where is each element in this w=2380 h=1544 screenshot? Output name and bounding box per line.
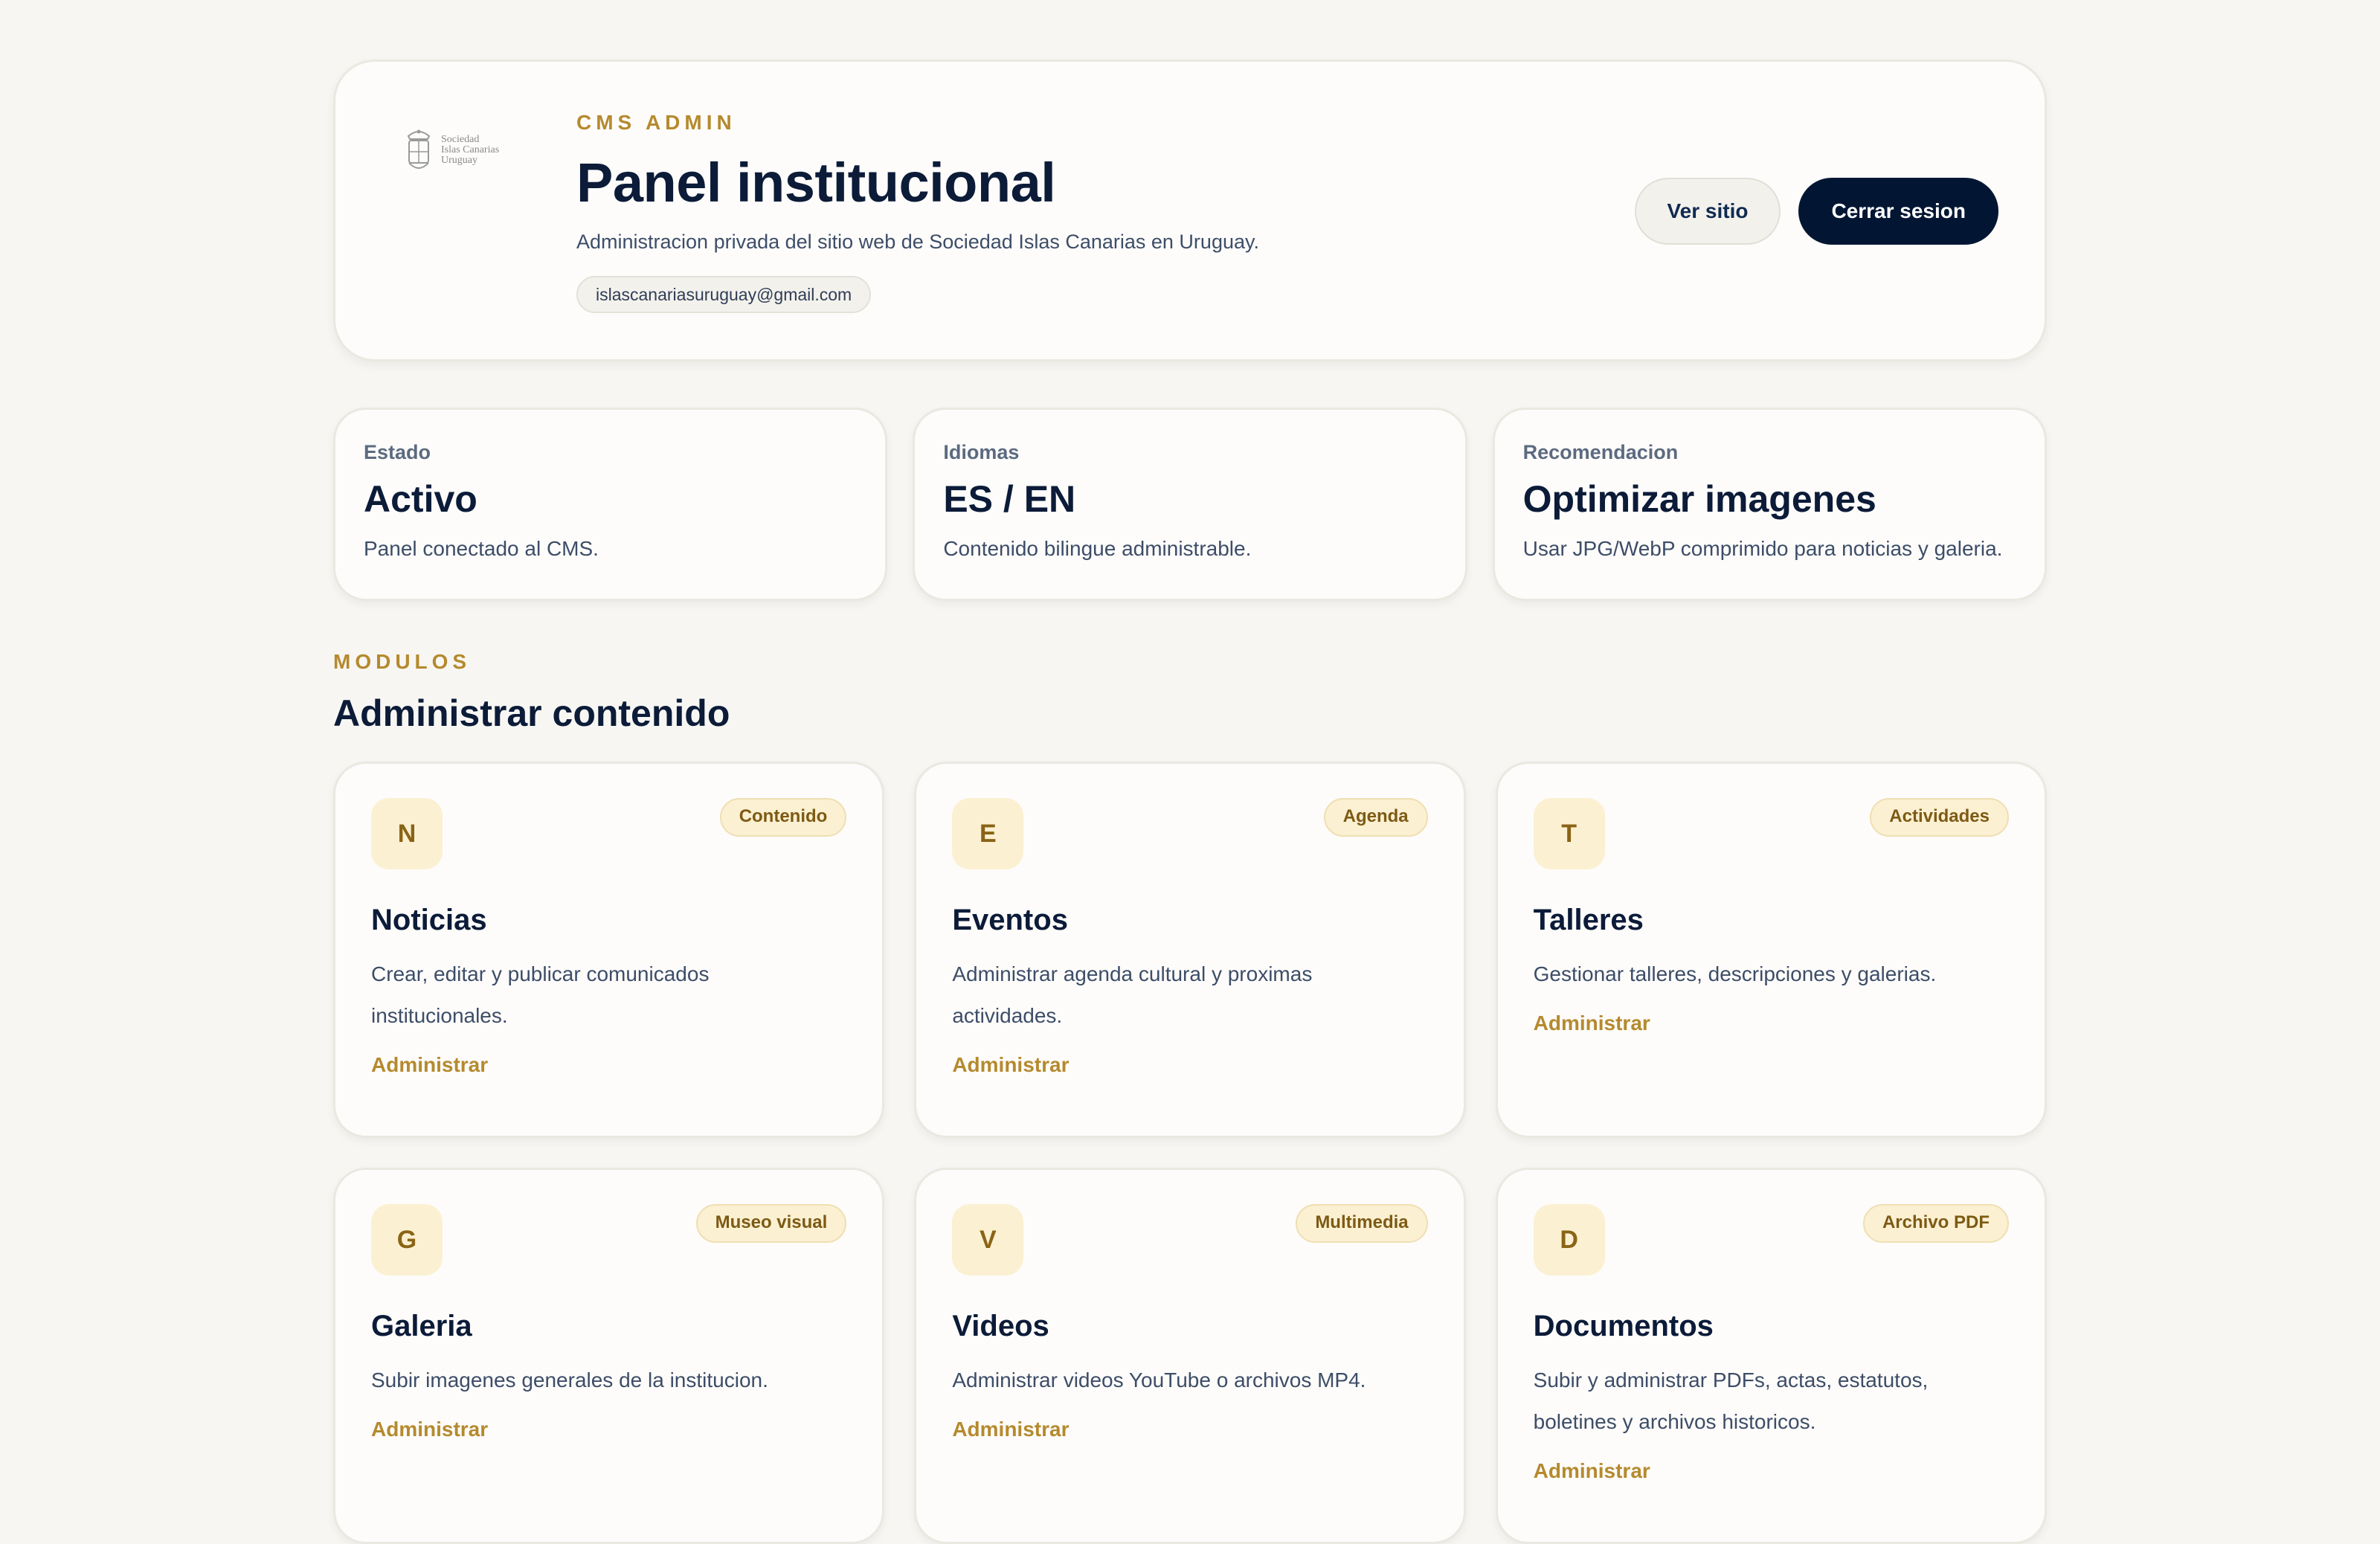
manage-videos-link[interactable]: Administrar: [952, 1418, 1069, 1441]
module-badge: Museo visual: [695, 1204, 847, 1243]
header-body: CMS ADMIN Panel institucional Administra…: [576, 111, 1259, 313]
manage-events-link[interactable]: Administrar: [952, 1053, 1069, 1077]
logo-wordmark: Sociedad Islas Canarias Uruguay: [441, 135, 499, 166]
logout-button[interactable]: Cerrar sesion: [1798, 178, 1998, 245]
modules-title: Administrar contenido: [333, 692, 730, 734]
module-title: Talleres: [1533, 904, 1644, 936]
crest-icon: [407, 129, 431, 169]
stat-value: Optimizar imagenes: [1522, 478, 1876, 520]
module-card-events: E Agenda Eventos Administrar agenda cult…: [914, 762, 1466, 1138]
module-badge: Archivo PDF: [1862, 1204, 2009, 1243]
stat-card-recommendation: Recomendacion Optimizar imagenes Usar JP…: [1492, 408, 2047, 601]
module-letter-icon: V: [952, 1204, 1024, 1276]
module-letter-icon: D: [1533, 1204, 1605, 1276]
header-card: Sociedad Islas Canarias Uruguay CMS ADMI…: [333, 59, 2047, 361]
institution-logo: Sociedad Islas Canarias Uruguay: [402, 126, 514, 175]
module-description: Subir imagenes generales de la instituci…: [371, 1368, 768, 1392]
stat-card-status: Estado Activo Panel conectado al CMS.: [333, 408, 888, 601]
module-letter-icon: G: [371, 1204, 443, 1276]
stat-description: Contenido bilingue administrable.: [943, 537, 1252, 560]
page-title: Panel institucional: [576, 152, 1056, 213]
stat-description: Usar JPG/WebP comprimido para noticias y…: [1522, 537, 2003, 560]
module-letter-icon: N: [371, 798, 443, 869]
module-card-videos: V Multimedia Videos Administrar videos Y…: [914, 1168, 1466, 1544]
module-badge: Actividades: [1870, 798, 2009, 837]
manage-news-link[interactable]: Administrar: [371, 1053, 488, 1077]
stat-card-languages: Idiomas ES / EN Contenido bilingue admin…: [913, 408, 1467, 601]
modules-eyebrow: MODULOS: [333, 650, 472, 673]
module-card-news: N Contenido Noticias Crear, editar y pub…: [333, 762, 885, 1138]
modules-grid: N Contenido Noticias Crear, editar y pub…: [333, 762, 2047, 1544]
module-description: Administrar agenda cultural y proximas a…: [952, 962, 1313, 1027]
manage-workshops-link[interactable]: Administrar: [1534, 1011, 1650, 1035]
module-title: Documentos: [1533, 1310, 1714, 1342]
logo-text-line: Sociedad: [441, 134, 480, 145]
module-description: Gestionar talleres, descripciones y gale…: [1533, 962, 1937, 985]
header-eyebrow: CMS ADMIN: [576, 111, 736, 134]
module-letter-icon: T: [1533, 798, 1605, 869]
manage-gallery-link[interactable]: Administrar: [371, 1418, 488, 1441]
user-email-badge: islascanariasuruguay@gmail.com: [576, 276, 872, 313]
module-badge: Agenda: [1323, 798, 1428, 837]
module-title: Eventos: [952, 904, 1068, 936]
logo-text-line: Uruguay: [441, 155, 477, 166]
admin-dashboard: Sociedad Islas Canarias Uruguay CMS ADMI…: [333, 59, 2047, 1544]
module-card-workshops: T Actividades Talleres Gestionar tallere…: [1495, 762, 2047, 1138]
stat-value: ES / EN: [943, 478, 1076, 520]
module-card-gallery: G Museo visual Galeria Subir imagenes ge…: [333, 1168, 885, 1544]
header-actions: Ver sitio Cerrar sesion: [1634, 178, 1998, 245]
stat-label: Idiomas: [943, 441, 1020, 463]
module-title: Galeria: [371, 1310, 472, 1342]
module-title: Noticias: [371, 904, 487, 936]
module-card-documents: D Archivo PDF Documentos Subir y adminis…: [1495, 1168, 2047, 1544]
logo-text-line: Islas Canarias: [441, 144, 500, 155]
stat-label: Estado: [364, 441, 431, 463]
module-letter-icon: E: [952, 798, 1024, 869]
stat-description: Panel conectado al CMS.: [364, 537, 599, 560]
module-title: Videos: [952, 1310, 1049, 1342]
manage-documents-link[interactable]: Administrar: [1534, 1459, 1650, 1483]
page-subtitle: Administracion privada del sitio web de …: [576, 231, 1259, 253]
view-site-button[interactable]: Ver sitio: [1634, 178, 1781, 245]
module-description: Administrar videos YouTube o archivos MP…: [952, 1368, 1366, 1392]
module-description: Crear, editar y publicar comunicados ins…: [371, 962, 710, 1027]
stat-value: Activo: [364, 478, 477, 520]
module-badge: Contenido: [719, 798, 847, 837]
module-description: Subir y administrar PDFs, actas, estatut…: [1533, 1368, 1929, 1433]
stat-label: Recomendacion: [1522, 441, 1679, 463]
module-badge: Multimedia: [1296, 1204, 1428, 1243]
stats-row: Estado Activo Panel conectado al CMS. Id…: [333, 408, 2047, 601]
